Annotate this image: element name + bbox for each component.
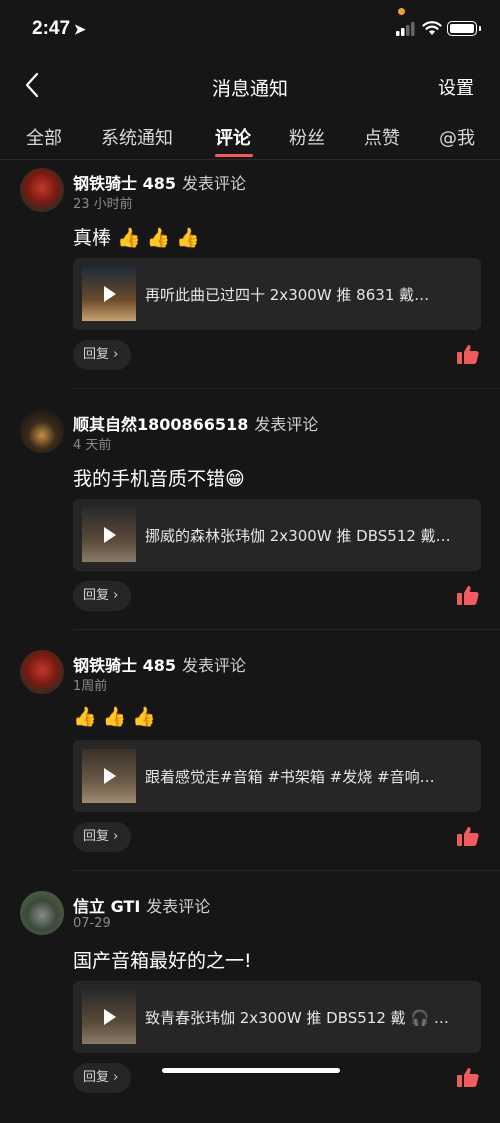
video-title: 致青春张玮伽 2x300W 推 DBS512 戴 🎧 … [145, 1009, 449, 1027]
username[interactable]: 钢铁骑士 485 [73, 656, 176, 675]
active-tab-indicator [215, 154, 253, 157]
reply-button[interactable]: 回复 › [73, 581, 131, 611]
thumbs-up-icon[interactable] [457, 1067, 479, 1087]
action-text: 发表评论 [146, 897, 211, 916]
comment-text: 真棒 👍 👍 👍 [73, 227, 201, 249]
comment-time: 07-29 [73, 916, 111, 931]
comment-header: 钢铁骑士 485 发表评论 [73, 652, 246, 676]
action-text: 发表评论 [181, 656, 246, 675]
status-bar: 2:47 ➤ [0, 0, 500, 56]
wifi-icon [422, 21, 442, 35]
comment-header: 顺其自然1800866518 发表评论 [73, 411, 318, 435]
video-title: 再听此曲已过四十 2x300W 推 8631 戴… [145, 286, 430, 304]
video-title: 跟着感觉走#音箱 #书架箱 #发烧 #音响… [145, 768, 435, 786]
comment-header: 信立 GTI 发表评论 [73, 893, 210, 917]
comment-item: 信立 GTI 发表评论 07-29 国产音箱最好的之一! 致青春张玮伽 2x300… [0, 883, 500, 1123]
video-card[interactable]: 致青春张玮伽 2x300W 推 DBS512 戴 🎧 … [73, 981, 481, 1053]
reply-button[interactable]: 回复 › [73, 1063, 131, 1093]
comment-item: 顺其自然1800866518 发表评论 4 天前 我的手机音质不错😁 挪威的森林张… [0, 401, 500, 641]
play-icon [104, 768, 116, 784]
comment-time: 4 天前 [73, 438, 112, 453]
settings-button[interactable]: 设置 [438, 74, 474, 100]
tab-fans[interactable]: 粉丝 [289, 124, 325, 150]
play-icon [104, 527, 116, 543]
reply-button[interactable]: 回复 › [73, 340, 131, 370]
avatar[interactable] [20, 891, 64, 935]
divider [73, 388, 500, 389]
reply-button[interactable]: 回复 › [73, 822, 131, 852]
thumbs-up-icon[interactable] [457, 585, 479, 605]
comment-time: 23 小时前 [73, 197, 133, 212]
nav-bar: 消息通知 设置 [0, 62, 500, 108]
tab-likes[interactable]: 点赞 [364, 124, 400, 150]
comment-text: 我的手机音质不错😁 [73, 468, 245, 490]
username[interactable]: 顺其自然1800866518 [73, 415, 248, 434]
play-icon [104, 286, 116, 302]
divider [73, 870, 500, 871]
comment-header: 钢铁骑士 485 发表评论 [73, 170, 246, 194]
comment-item: 钢铁骑士 485 发表评论 1周前 👍 👍 👍 跟着感觉走#音箱 #书架箱 #发烧… [0, 642, 500, 882]
username[interactable]: 信立 GTI [73, 897, 140, 916]
avatar[interactable] [20, 168, 64, 212]
avatar[interactable] [20, 650, 64, 694]
video-thumbnail [82, 267, 136, 321]
comment-item: 钢铁骑士 485 发表评论 23 小时前 真棒 👍 👍 👍 再听此曲已过四十 2x… [0, 160, 500, 400]
username[interactable]: 钢铁骑士 485 [73, 174, 176, 193]
avatar[interactable] [20, 409, 64, 453]
divider [73, 629, 500, 630]
comment-text: 国产音箱最好的之一! [73, 950, 252, 972]
thumbs-up-icon[interactable] [457, 826, 479, 846]
video-thumbnail [82, 508, 136, 562]
signal-icon [396, 22, 415, 36]
tab-system[interactable]: 系统通知 [101, 124, 173, 150]
video-card[interactable]: 跟着感觉走#音箱 #书架箱 #发烧 #音响… [73, 740, 481, 812]
comment-text: 👍 👍 👍 [73, 706, 157, 728]
tab-bar: 全部 系统通知 评论 粉丝 点赞 @我 [0, 120, 500, 160]
battery-icon [447, 21, 481, 36]
video-thumbnail [82, 990, 136, 1044]
page-title: 消息通知 [211, 78, 288, 100]
video-card[interactable]: 挪威的森林张玮伽 2x300W 推 DBS512 戴… [73, 499, 481, 571]
status-time: 2:47 ➤ [32, 18, 86, 40]
video-title: 挪威的森林张玮伽 2x300W 推 DBS512 戴… [145, 527, 451, 545]
action-text: 发表评论 [254, 415, 319, 434]
tab-mentions[interactable]: @我 [439, 124, 475, 150]
play-icon [104, 1009, 116, 1025]
action-text: 发表评论 [181, 174, 246, 193]
thumbs-up-icon[interactable] [457, 344, 479, 364]
video-card[interactable]: 再听此曲已过四十 2x300W 推 8631 戴… [73, 258, 481, 330]
location-icon: ➤ [74, 21, 86, 37]
tab-comments[interactable]: 评论 [215, 124, 251, 150]
time-text: 2:47 [32, 18, 71, 39]
comment-time: 1周前 [73, 679, 108, 694]
privacy-indicator-icon [398, 8, 405, 15]
home-indicator[interactable] [162, 1068, 340, 1073]
video-thumbnail [82, 749, 136, 803]
tab-all[interactable]: 全部 [26, 124, 62, 150]
